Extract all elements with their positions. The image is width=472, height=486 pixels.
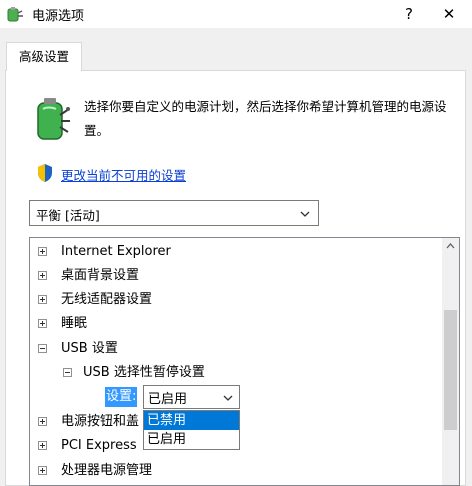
power-plan-select[interactable]: 平衡 [活动]: [29, 200, 319, 226]
tab-advanced-settings[interactable]: 高级设置: [6, 42, 82, 71]
scroll-up-arrow-icon[interactable]: [442, 238, 459, 255]
close-button[interactable]: ✕: [434, 2, 464, 26]
chevron-down-icon: [300, 208, 310, 218]
expand-icon[interactable]: [38, 319, 47, 328]
vertical-scrollbar[interactable]: [442, 238, 459, 485]
intro-text: 选择你要自定义的电源计划，然后选择你希望计算机管理的电源设置。: [84, 99, 447, 138]
setting-value-select[interactable]: 已启用: [143, 385, 240, 409]
settings-tree[interactable]: Internet Explorer 桌面背景设置 无线适配器设置 睡眠 USB …: [29, 237, 460, 486]
battery-plan-icon: [34, 95, 72, 141]
title-bar: 电源选项 ? ✕: [0, 0, 472, 28]
help-button[interactable]: ?: [396, 2, 422, 26]
expand-icon[interactable]: [38, 417, 47, 426]
power-plan-value: 平衡 [活动]: [36, 208, 100, 223]
option-enabled[interactable]: 已启用: [144, 430, 239, 449]
setting-label: 设置:: [105, 387, 138, 407]
chevron-down-icon: [223, 392, 233, 402]
scrollbar-thumb[interactable]: [444, 310, 457, 430]
expand-icon[interactable]: [38, 295, 47, 304]
setting-value-dropdown: 已禁用 已启用: [143, 410, 240, 450]
power-options-icon: [6, 5, 24, 23]
option-disabled[interactable]: 已禁用: [144, 411, 239, 430]
expand-icon[interactable]: [38, 466, 47, 475]
collapse-icon[interactable]: [63, 368, 72, 377]
collapse-icon[interactable]: [38, 344, 47, 353]
setting-value: 已启用: [148, 392, 188, 407]
expand-icon[interactable]: [38, 247, 47, 256]
window-title: 电源选项: [32, 9, 85, 24]
uac-shield-icon: [36, 163, 54, 183]
expand-icon[interactable]: [38, 271, 47, 280]
expand-icon[interactable]: [38, 441, 47, 450]
change-unavailable-settings-link[interactable]: 更改当前不可用的设置: [61, 165, 186, 184]
